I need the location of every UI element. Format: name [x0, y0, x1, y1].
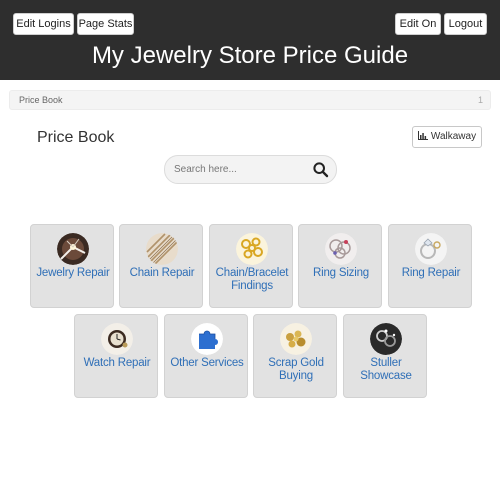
tile-label: Scrap Gold Buying [268, 357, 324, 382]
tile-other-services[interactable]: Other Services [164, 314, 248, 398]
tile-chain-repair[interactable]: Chain Repair [119, 224, 203, 308]
findings-icon [236, 233, 268, 265]
tile-scrap-gold-buying[interactable]: Scrap Gold Buying [253, 314, 337, 398]
tile-watch-repair[interactable]: Watch Repair [74, 314, 158, 398]
tile-ring-repair[interactable]: Ring Repair [388, 224, 472, 308]
tile-label: Chain Repair [129, 267, 195, 279]
tile-label: Ring Sizing [313, 267, 369, 279]
walkaway-button[interactable]: Walkaway [412, 126, 482, 148]
tile-label: Chain/Bracelet Findings [215, 267, 289, 292]
header-bar: Edit Logins Page Stats Edit On Logout My… [0, 0, 500, 80]
breadcrumb: Price Book 1 [9, 90, 491, 110]
tile-jewelry-repair[interactable]: Jewelry Repair [30, 224, 114, 308]
bar-chart-icon [417, 131, 428, 140]
tile-stuller-showcase[interactable]: Stuller Showcase [343, 314, 427, 398]
page-title: Price Book [37, 129, 115, 146]
ring-sizing-icon [325, 233, 357, 265]
site-title: My Jewelry Store Price Guide [91, 42, 409, 69]
breadcrumb-current: Price Book [19, 95, 63, 105]
watch-icon [101, 323, 133, 355]
jewelry-repair-icon [57, 233, 89, 265]
chain-icon [146, 233, 178, 265]
tile-label: Watch Repair [83, 357, 151, 369]
tile-label: Stuller Showcase [360, 357, 412, 382]
puzzle-piece-icon [191, 323, 223, 355]
edit-logins-button[interactable]: Edit Logins [13, 13, 74, 35]
walkaway-label: Walkaway [430, 131, 477, 142]
page-stats-button[interactable]: Page Stats [77, 13, 134, 35]
tile-ring-sizing[interactable]: Ring Sizing [298, 224, 382, 308]
logout-button[interactable]: Logout [444, 13, 487, 35]
edit-on-button[interactable]: Edit On [395, 13, 441, 35]
tile-chain-bracelet-findings[interactable]: Chain/Bracelet Findings [209, 224, 293, 308]
search-icon [313, 162, 329, 178]
tile-label: Jewelry Repair [36, 267, 110, 279]
breadcrumb-number: 1 [477, 95, 483, 105]
ring-repair-icon [415, 233, 447, 265]
search-button[interactable] [312, 161, 330, 179]
search-box [164, 155, 337, 184]
gold-nuggets-icon [280, 323, 312, 355]
search-input[interactable] [174, 159, 309, 180]
tile-label: Other Services [170, 357, 244, 369]
showcase-icon [370, 323, 402, 355]
tile-label: Ring Repair [401, 267, 461, 279]
